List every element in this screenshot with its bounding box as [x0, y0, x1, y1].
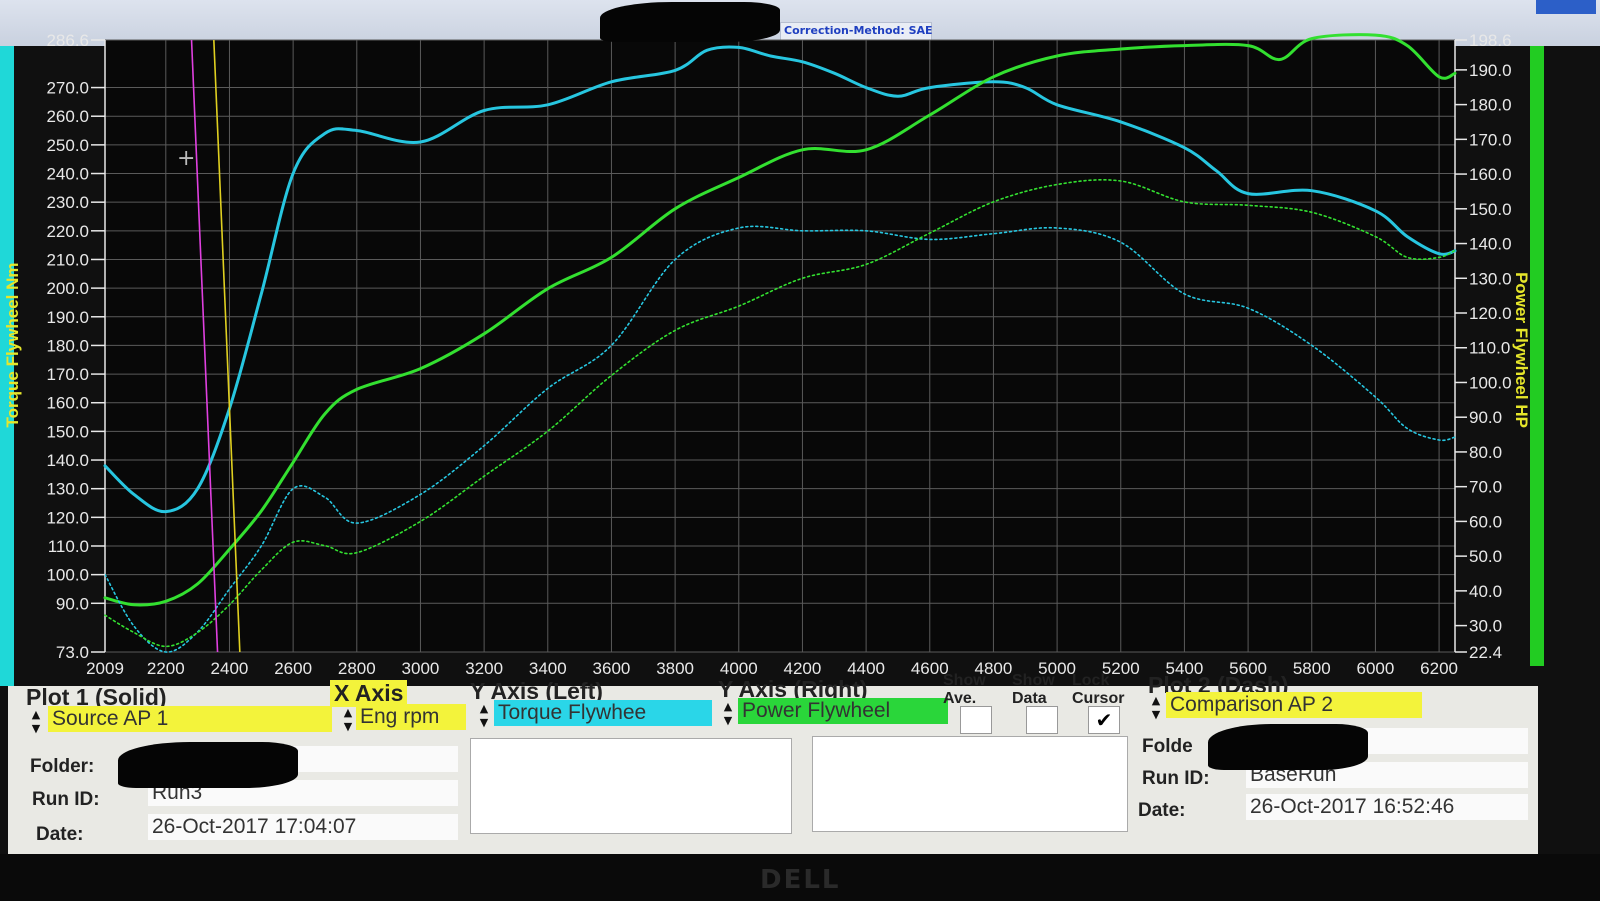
y-right-tick-label: 170.0 — [1469, 130, 1512, 149]
y-left-tick-label: 120.0 — [46, 508, 89, 527]
redaction-mark — [118, 742, 298, 788]
y-right-tick-label: 70.0 — [1469, 478, 1502, 497]
plot1-run-label: Run ID: — [32, 789, 100, 810]
redaction-mark — [1208, 724, 1368, 770]
lock-cursor-checkbox[interactable]: ✔ — [1088, 706, 1120, 734]
y-left-axis-ticks: 73.0 90.0 100.0 110.0 120.0 130.0 140.0 150.0 16… — [46, 31, 105, 662]
plot1-date-label: Date: — [36, 824, 84, 845]
dyno-chart: 2009 2200 2400 2600 2800 3000 3200 3400 3600 3800… — [3, 31, 1531, 678]
x-tick-label: 3200 — [465, 659, 503, 678]
y-right-tick-label: 90.0 — [1469, 408, 1502, 427]
y-right-tick-label: 50.0 — [1469, 547, 1502, 566]
y-left-tick-label: 180.0 — [46, 336, 89, 355]
crosshair-icon: + — [177, 146, 195, 171]
x-tick-label: 3000 — [402, 659, 440, 678]
y-right-tick-label: 30.0 — [1469, 617, 1502, 636]
show-ave-checkbox[interactable] — [960, 706, 992, 734]
lock-cursor-label-1: Lock — [1072, 672, 1110, 689]
y-right-tick-label: 80.0 — [1469, 443, 1502, 462]
plot2-date-label: Date: — [1138, 800, 1186, 821]
y-right-tick-label: 190.0 — [1469, 61, 1512, 80]
plot1-date-field[interactable]: 26-Oct-2017 17:04:07 — [148, 814, 458, 840]
plot2-source-select[interactable]: Comparison AP 2 — [1166, 692, 1422, 718]
y-right-list-box[interactable] — [812, 736, 1128, 832]
y-left-tick-label: 140.0 — [46, 451, 89, 470]
show-data-checkbox[interactable] — [1026, 706, 1058, 734]
y-right-tick-label: 150.0 — [1469, 200, 1512, 219]
x-axis-title: X Axis — [330, 680, 408, 707]
y-left-axis-label: Torque Flywheel Nm — [3, 263, 22, 428]
y-right-select[interactable]: Power Flywheel — [738, 698, 948, 724]
x-tick-label: 2200 — [147, 659, 185, 678]
monitor-logo: DELL — [760, 865, 841, 895]
y-left-tick-label: 100.0 — [46, 566, 89, 585]
y-right-tick-label: 130.0 — [1469, 269, 1512, 288]
plot-area — [105, 40, 1455, 652]
show-data-label-1: Show — [1012, 672, 1055, 689]
y-right-spinner[interactable]: ▲ ▼ — [720, 700, 736, 728]
y-right-tick-label: 60.0 — [1469, 512, 1502, 531]
x-tick-label: 2600 — [274, 659, 312, 678]
y-left-tick-label: 200.0 — [46, 279, 89, 298]
y-right-tick-label: 100.0 — [1469, 373, 1512, 392]
plot1-source-spinner[interactable]: ▲ ▼ — [28, 708, 44, 736]
y-left-spinner[interactable]: ▲ ▼ — [476, 702, 492, 730]
x-axis-select[interactable]: Eng rpm — [356, 704, 466, 730]
y-left-tick-label: 130.0 — [46, 480, 89, 499]
y-right-tick-label: 22.4 — [1469, 643, 1502, 662]
control-panel: Plot 1 (Solid) ▲▼ Source AP 1 Folder: Me… — [8, 672, 1538, 854]
y-right-tick-label: 40.0 — [1469, 582, 1502, 601]
y-left-tick-label: 250.0 — [46, 136, 89, 155]
x-tick-label: 5800 — [1293, 659, 1331, 678]
plot1-folder-label: Folder: — [30, 756, 95, 777]
plot2-folder-label: Folde — [1142, 736, 1193, 757]
x-tick-label: 3600 — [593, 659, 631, 678]
x-tick-label: 2800 — [338, 659, 376, 678]
show-ave-label-1: Show — [943, 672, 986, 689]
y-left-tick-label: 230.0 — [46, 193, 89, 212]
y-left-tick-label: 110.0 — [48, 537, 89, 556]
y-right-tick-label: 140.0 — [1469, 235, 1512, 254]
plot2-source-spinner[interactable]: ▲ ▼ — [1148, 694, 1164, 722]
y-right-tick-label: 120.0 — [1469, 304, 1512, 323]
redaction-mark — [600, 2, 780, 42]
plot1-source-select[interactable]: Source AP 1 — [48, 706, 332, 732]
y-left-tick-label: 240.0 — [46, 165, 89, 184]
y-left-select[interactable]: Torque Flywhee — [494, 700, 712, 726]
y-left-tick-label: 90.0 — [56, 594, 89, 613]
x-axis-spinner[interactable]: ▲ ▼ — [340, 706, 356, 734]
y-left-tick-label: 220.0 — [46, 222, 89, 241]
y-left-tick-label: 190.0 — [46, 308, 89, 327]
y-right-tick-label: 160.0 — [1469, 165, 1512, 184]
y-left-tick-label: 210.0 — [46, 250, 89, 269]
plot2-date-field[interactable]: 26-Oct-2017 16:52:46 — [1246, 794, 1528, 820]
x-tick-label: 2400 — [211, 659, 249, 678]
y-right-tick-label: 110.0 — [1469, 339, 1510, 358]
y-right-axis-ticks: 22.4 30.0 40.0 50.0 60.0 70.0 80.0 90.0 100.0 110… — [1455, 31, 1512, 662]
y-right-tick-label: 180.0 — [1469, 96, 1512, 115]
y-right-axis-label: Power Flywheel HP — [1512, 272, 1531, 428]
plot2-run-label: Run ID: — [1142, 768, 1210, 789]
x-tick-label: 6200 — [1420, 659, 1458, 678]
y-left-tick-label: 73.0 — [56, 643, 89, 662]
y-left-tick-label: 160.0 — [46, 394, 89, 413]
x-tick-label: 3800 — [656, 659, 694, 678]
y-right-tick-label: 198.6 — [1469, 31, 1512, 50]
y-left-tick-label: 286.6 — [46, 31, 89, 50]
x-tick-label: 3400 — [529, 659, 567, 678]
y-left-list-box[interactable] — [470, 738, 792, 834]
x-tick-label: 6000 — [1357, 659, 1395, 678]
y-left-tick-label: 270.0 — [46, 79, 89, 98]
y-left-tick-label: 150.0 — [46, 422, 89, 441]
y-left-tick-label: 170.0 — [46, 365, 89, 384]
x-tick-label: 2009 — [86, 659, 124, 678]
y-left-tick-label: 260.0 — [46, 107, 89, 126]
